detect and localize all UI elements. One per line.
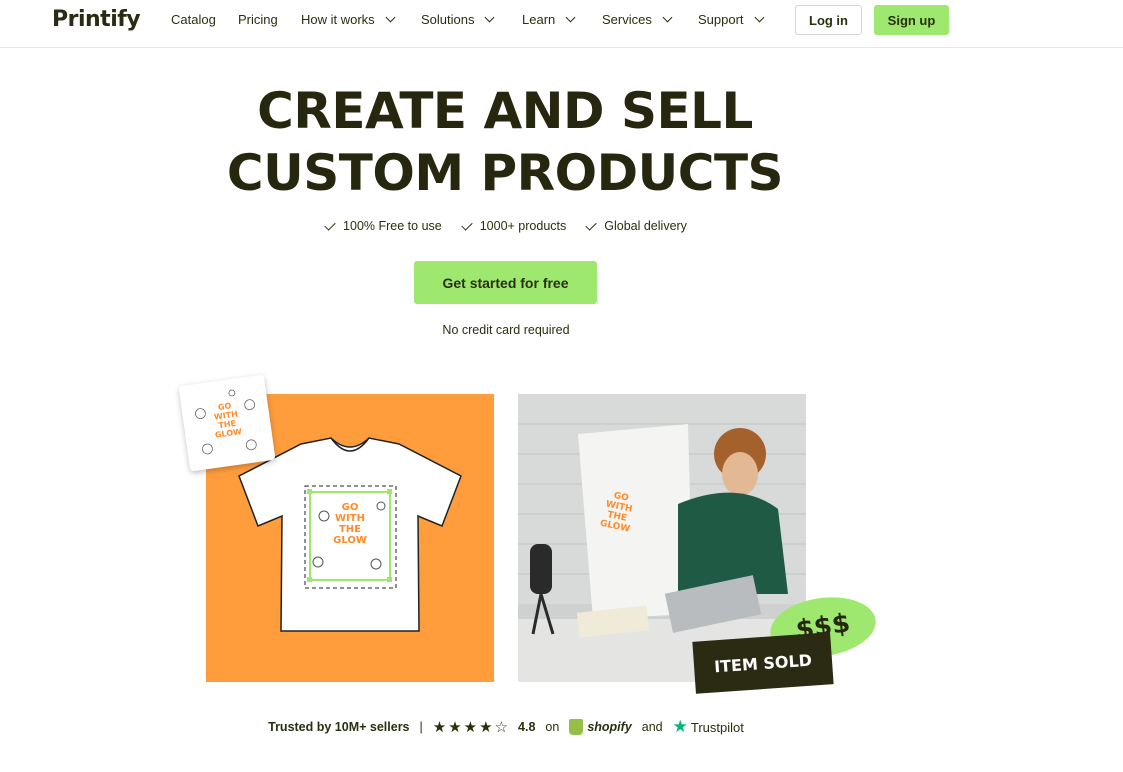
star-icon: ★ <box>448 718 462 736</box>
signup-button[interactable]: Sign up <box>874 5 949 35</box>
nav-item-label: Solutions <box>421 12 475 27</box>
feature-item: 1000+ products <box>461 218 567 233</box>
trusted-sellers-text: Trusted by 10M+ sellers <box>268 720 410 734</box>
feature-item: 100% Free to use <box>324 218 442 233</box>
star-icon: ★ <box>463 718 478 736</box>
nav-item-label: Services <box>602 12 652 27</box>
nav-item-catalog[interactable]: Catalog <box>171 12 216 27</box>
login-button[interactable]: Log in <box>795 5 862 35</box>
shopify-bag-icon <box>569 719 584 735</box>
tshirt-design-text: GO WITH THE GLOW <box>333 502 367 546</box>
item-sold-badge: ITEM SOLD <box>692 632 834 694</box>
design-card-text: GO WITH THE GLOW <box>213 401 243 440</box>
chevron-down-icon <box>385 12 396 23</box>
star-icon: ★ <box>479 718 493 736</box>
no-credit-card-note: No credit card required <box>442 323 570 337</box>
top-navigation: Printify Catalog Pricing How it works So… <box>0 0 1123 48</box>
chevron-down-icon <box>485 12 495 23</box>
nav-item-pricing[interactable]: Pricing <box>238 12 278 27</box>
nav-item-label: Catalog <box>171 12 216 27</box>
feature-list: 100% Free to use 1000+ products Global d… <box>0 218 1012 233</box>
hero-headline-line-2: CUSTOM PRODUCTS <box>226 144 784 202</box>
check-icon <box>324 218 336 231</box>
nav-item-label: Learn <box>522 12 556 27</box>
star-icon: ★ <box>432 718 447 736</box>
trustpilot-wordmark: Trustpilot <box>690 719 744 735</box>
hero-headline-line-1: CREATE AND SELL <box>257 82 753 140</box>
rating-value: 4.8 <box>518 720 536 734</box>
nav-item-label: How it works <box>301 12 375 27</box>
trustpilot-star-icon: ★ <box>672 717 688 736</box>
chevron-down-icon <box>754 12 764 23</box>
shopify-wordmark: shopify <box>587 720 632 734</box>
chevron-down-icon <box>662 12 673 23</box>
check-icon <box>461 218 473 231</box>
nav-item-solutions[interactable]: Solutions <box>421 12 495 27</box>
feature-item: Global delivery <box>585 218 687 233</box>
nav-item-how-it-works[interactable]: How it works <box>301 12 396 27</box>
rating-stars: ★ ★ ★ ★ ☆ <box>433 720 508 735</box>
half-star-icon: ☆ <box>494 718 509 736</box>
nav-item-support[interactable]: Support <box>698 12 764 27</box>
nav-item-label: Support <box>698 12 744 27</box>
nav-item-learn[interactable]: Learn <box>522 12 576 27</box>
feature-label: Global delivery <box>604 219 687 233</box>
rating-and-text: and <box>641 720 663 734</box>
trustpilot-logo: ★ Trustpilot <box>673 717 744 737</box>
shopify-logo: shopify <box>569 719 632 735</box>
rating-on-text: on <box>545 720 560 734</box>
feature-label: 100% Free to use <box>343 219 442 233</box>
trust-separator: | <box>419 720 423 734</box>
nav-item-label: Pricing <box>238 12 278 27</box>
nav-item-services[interactable]: Services <box>602 12 673 27</box>
trust-bar: Trusted by 10M+ sellers | ★ ★ ★ ★ ☆ 4.8 … <box>0 717 1012 737</box>
get-started-button[interactable]: Get started for free <box>414 261 597 304</box>
feature-label: 1000+ products <box>479 219 567 233</box>
chevron-down-icon <box>565 12 576 23</box>
printify-logo[interactable]: Printify <box>52 7 141 32</box>
design-preview-card: GO WITH THE GLOW <box>178 374 276 472</box>
check-icon <box>585 218 597 231</box>
